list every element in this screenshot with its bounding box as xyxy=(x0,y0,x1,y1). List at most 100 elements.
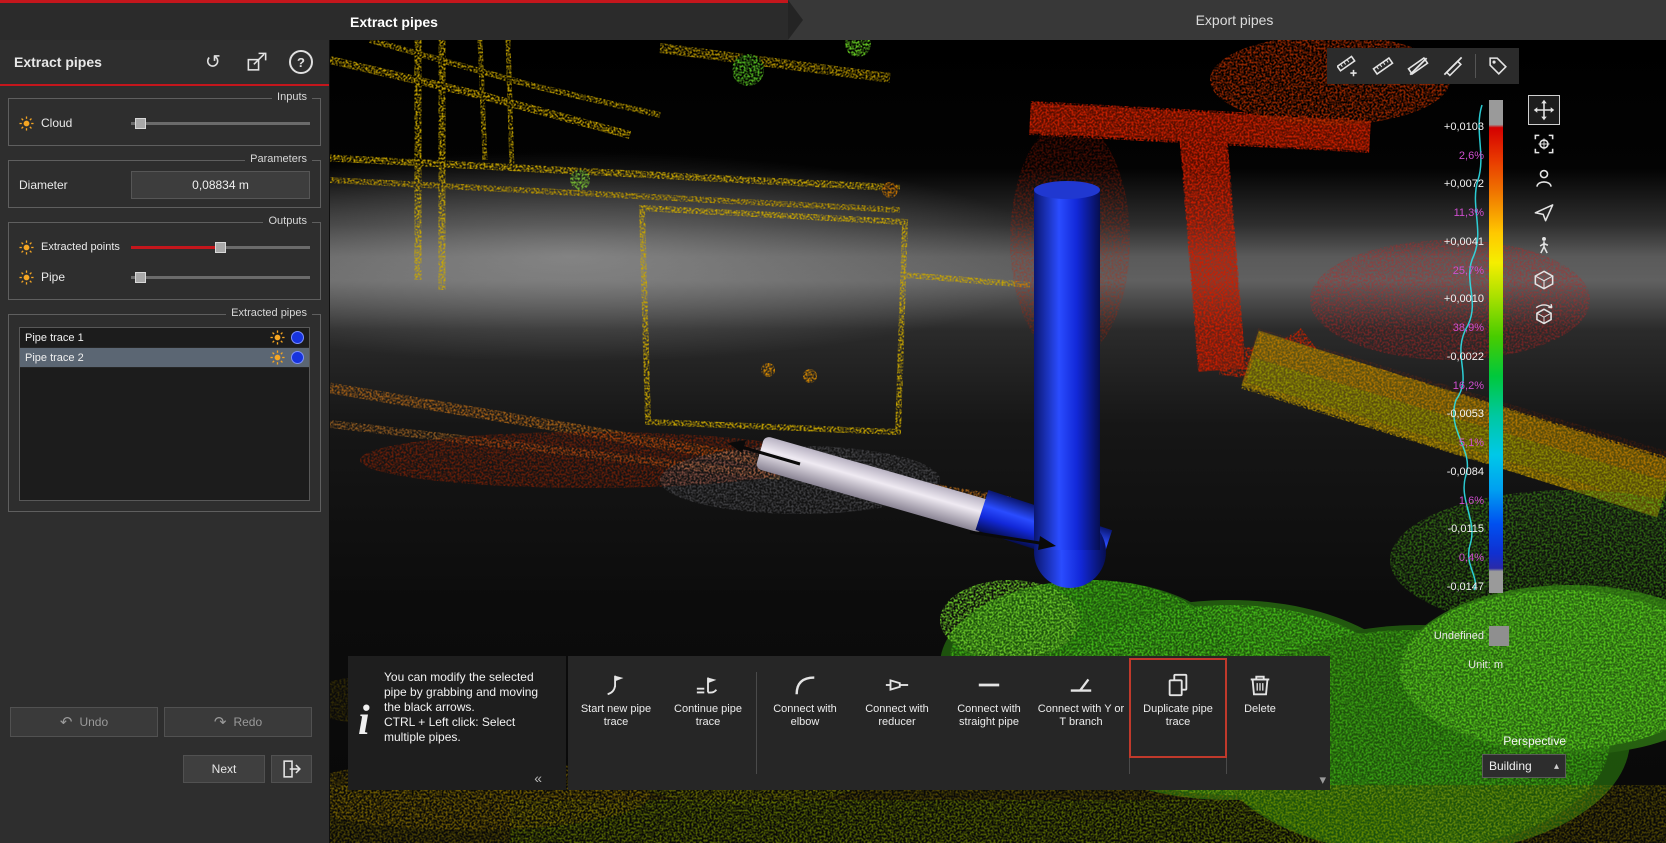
redo-arrow-icon: ↷ xyxy=(214,713,227,731)
scale-value: -0,0022 xyxy=(1390,351,1484,364)
collapse-info-icon[interactable]: « xyxy=(534,770,542,786)
toolbar-divider xyxy=(1475,54,1476,78)
pipe-trace-name: Pipe trace 1 xyxy=(25,332,264,344)
straight-pipe-icon xyxy=(976,672,1002,698)
undo-arrow-icon: ↶ xyxy=(60,713,73,731)
pipe-label: Pipe xyxy=(41,270,131,284)
undo-label: Undo xyxy=(79,715,108,729)
perspective-label: Perspective xyxy=(1470,734,1566,748)
list-item-pipe-trace-2[interactable]: Pipe trace 2 xyxy=(20,348,309,368)
extracted-points-slider[interactable] xyxy=(131,239,310,255)
inputs-group: Inputs Cloud xyxy=(8,98,321,146)
parameters-group: Parameters Diameter 0,08834 m xyxy=(8,160,321,208)
pipe-color-swatch[interactable] xyxy=(291,331,304,344)
list-item-pipe-trace-1[interactable]: Pipe trace 1 xyxy=(20,328,309,348)
scale-value: +0,0041 xyxy=(1390,236,1484,249)
view-selector-value: Building xyxy=(1489,759,1532,773)
visibility-sun-icon[interactable] xyxy=(270,350,285,365)
branch-icon xyxy=(1068,672,1094,698)
connect-reducer-button[interactable]: Connect with reducer xyxy=(851,656,943,790)
scale-percent: 25,7% xyxy=(1390,265,1484,278)
diameter-row: Diameter 0,08834 m xyxy=(19,173,310,197)
redo-button[interactable]: ↷ Redo xyxy=(164,707,312,737)
viewport-3d[interactable]: +0,0103 2,6% +0,0072 11,3% +0,0041 25,7%… xyxy=(330,40,1666,843)
scale-value: +0,0072 xyxy=(1390,178,1484,191)
walk-mode-icon[interactable] xyxy=(1528,231,1560,261)
zoom-fit-icon[interactable] xyxy=(1528,129,1560,159)
delete-button[interactable]: Delete xyxy=(1229,656,1291,790)
color-scale-bar xyxy=(1489,100,1503,593)
pan-mode-icon[interactable] xyxy=(1528,95,1560,125)
connect-elbow-button[interactable]: Connect with elbow xyxy=(759,656,851,790)
measure-icon[interactable] xyxy=(1367,51,1399,81)
info-text: multiple pipes. xyxy=(384,730,558,745)
sun-icon[interactable] xyxy=(19,116,34,131)
diameter-input[interactable]: 0,08834 m xyxy=(131,171,310,199)
export-window-icon[interactable] xyxy=(243,48,271,76)
panel-header: Extract pipes ↺ ? xyxy=(0,40,329,86)
cloud-opacity-slider[interactable] xyxy=(131,115,310,131)
sun-icon[interactable] xyxy=(19,270,34,285)
info-text: pipe by grabbing and moving xyxy=(384,685,558,700)
scale-percent: 2,6% xyxy=(1390,150,1484,163)
elbow-icon xyxy=(792,672,818,698)
sun-icon[interactable] xyxy=(19,240,34,255)
inputs-legend: Inputs xyxy=(272,91,312,103)
fitted-pipe-white[interactable] xyxy=(755,436,990,533)
hint-infobox: i You can modify the selected pipe by gr… xyxy=(348,656,566,790)
selected-pipe-blue[interactable] xyxy=(976,181,1113,588)
add-measure-icon[interactable] xyxy=(1332,51,1364,81)
pipe-color-swatch[interactable] xyxy=(291,351,304,364)
hide-annotations-icon[interactable] xyxy=(1437,51,1469,81)
cloud-row: Cloud xyxy=(19,111,310,135)
orbit-view-icon[interactable] xyxy=(1528,163,1560,193)
redo-label: Redo xyxy=(233,715,262,729)
export-icon xyxy=(246,51,268,73)
toolbar-divider xyxy=(1226,672,1227,774)
pipe-opacity-slider[interactable] xyxy=(131,269,310,285)
collapse-toolbar-icon[interactable]: ▾ xyxy=(1319,772,1326,788)
pipe-row: Pipe xyxy=(19,265,310,289)
scale-value: +0,0010 xyxy=(1390,293,1484,306)
scale-percent: 1,6% xyxy=(1390,495,1484,508)
connect-branch-button[interactable]: Connect with Y or T branch xyxy=(1035,656,1127,790)
scale-percent: 0,4% xyxy=(1390,552,1484,565)
continue-pipe-trace-button[interactable]: Continue pipe trace xyxy=(662,656,754,790)
clear-measures-icon[interactable] xyxy=(1402,51,1434,81)
outputs-legend: Outputs xyxy=(263,215,312,227)
parameters-legend: Parameters xyxy=(245,153,312,165)
extracted-pipes-legend: Extracted pipes xyxy=(226,307,312,319)
start-new-pipe-trace-button[interactable]: Start new pipe trace xyxy=(570,656,662,790)
outputs-group: Outputs Extracted points Pipe xyxy=(8,222,321,300)
undo-button[interactable]: ↶ Undo xyxy=(10,707,158,737)
label-tag-icon[interactable] xyxy=(1482,51,1514,81)
exit-button[interactable] xyxy=(271,755,312,783)
scale-value: -0,0115 xyxy=(1390,523,1484,536)
trash-icon xyxy=(1247,672,1273,698)
extracted-points-label: Extracted points xyxy=(41,241,131,253)
pipe-move-arrow[interactable] xyxy=(728,440,1056,550)
toolbar-divider xyxy=(1129,672,1130,774)
tab-export-pipes[interactable]: Export pipes xyxy=(803,0,1666,40)
histogram-curve xyxy=(1444,100,1489,593)
tab-extract-pipes[interactable]: Extract pipes xyxy=(0,0,788,40)
flag-icon xyxy=(603,672,629,698)
pipe-edit-toolbar: Start new pipe trace Continue pipe trace… xyxy=(568,656,1330,790)
rotate-view-icon[interactable] xyxy=(1528,299,1560,329)
next-button[interactable]: Next xyxy=(183,755,265,783)
visibility-sun-icon[interactable] xyxy=(270,330,285,345)
exit-icon xyxy=(281,758,303,780)
connect-straight-pipe-button[interactable]: Connect with straight pipe xyxy=(943,656,1035,790)
scale-value: +0,0103 xyxy=(1390,121,1484,134)
measure-toolbar xyxy=(1327,48,1519,84)
fly-mode-icon[interactable] xyxy=(1528,197,1560,227)
undefined-color-swatch xyxy=(1489,626,1509,646)
unit-label: Unit: m xyxy=(1390,659,1503,671)
navigation-toolbar xyxy=(1528,95,1562,329)
duplicate-pipe-trace-button[interactable]: Duplicate pipe trace xyxy=(1132,656,1224,790)
help-icon[interactable]: ? xyxy=(287,48,315,76)
ortho-view-icon[interactable] xyxy=(1528,265,1560,295)
view-selector-dropdown[interactable]: Building ▴ xyxy=(1482,754,1566,778)
reset-icon[interactable]: ↺ xyxy=(199,48,227,76)
view-selector-block: Perspective Building ▴ xyxy=(1470,734,1566,778)
